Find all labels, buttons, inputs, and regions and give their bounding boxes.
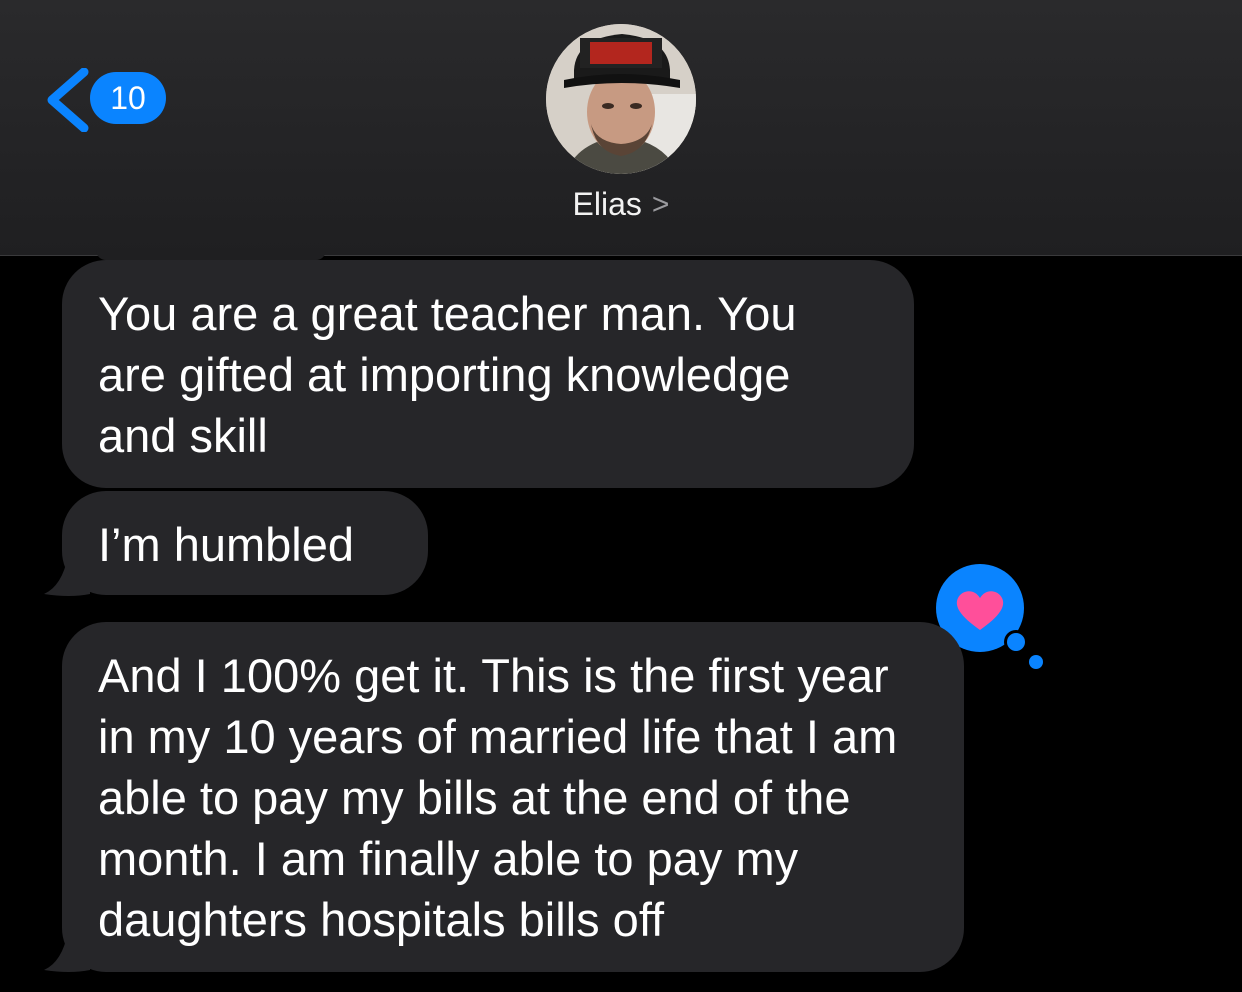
contact-photo: [546, 24, 696, 174]
bubble-tail: [44, 932, 90, 972]
contact-name: Elias: [572, 186, 642, 222]
incoming-message[interactable]: You are a great teacher man. You are gif…: [62, 260, 914, 488]
avatar[interactable]: [546, 24, 696, 174]
message-text: I’m humbled: [98, 518, 354, 571]
incoming-message[interactable]: I’m humbled: [62, 491, 428, 595]
message-text: And I 100% get it. This is the first yea…: [98, 649, 898, 946]
conversation-header: 10 Elias >: [0, 0, 1242, 256]
incoming-message[interactable]: And I 100% get it. This is the first yea…: [62, 622, 964, 972]
contact-name-button[interactable]: Elias >: [0, 186, 1242, 223]
message-text: You are a great teacher man. You are gif…: [98, 287, 797, 462]
previous-message-edge: [96, 250, 326, 260]
chevron-right-icon: >: [651, 188, 670, 221]
back-button[interactable]: 10: [44, 64, 174, 134]
chevron-left-icon: [47, 68, 89, 132]
unread-count-badge: 10: [90, 72, 166, 124]
bubble-tail: [44, 556, 90, 596]
